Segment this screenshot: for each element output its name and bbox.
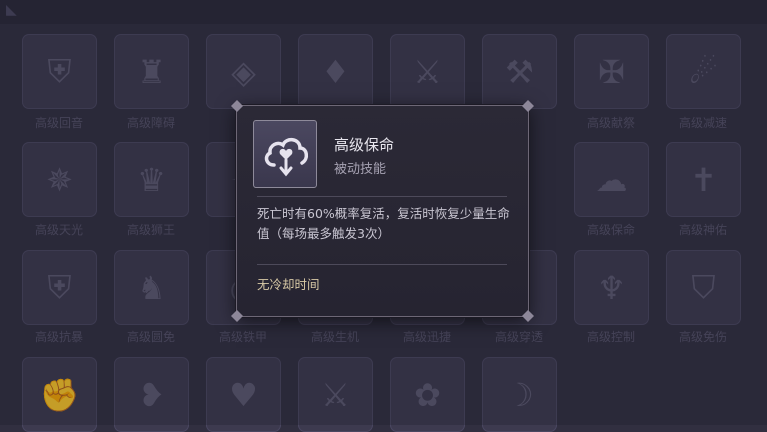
divider — [257, 196, 507, 197]
skill-name: 高级保命 — [334, 136, 395, 154]
corner-ornament — [522, 310, 534, 322]
cooldown-text: 无冷却时间 — [257, 277, 320, 292]
divider — [257, 264, 507, 265]
skill-type: 被动技能 — [334, 162, 387, 177]
skill-description: 死亡时有60%概率复活，复活时恢复少量生命值（每场最多触发3次） — [257, 206, 510, 241]
cloud-heart-icon — [264, 138, 309, 177]
corner-ornament — [231, 310, 243, 322]
corner-ornament — [522, 100, 534, 112]
skill-tooltip: 高级保命 被动技能 死亡时有60%概率复活，复活时恢复少量生命值（每场最多触发3… — [231, 100, 534, 322]
skill-icon-frame — [253, 120, 317, 188]
corner-ornament — [231, 100, 243, 112]
